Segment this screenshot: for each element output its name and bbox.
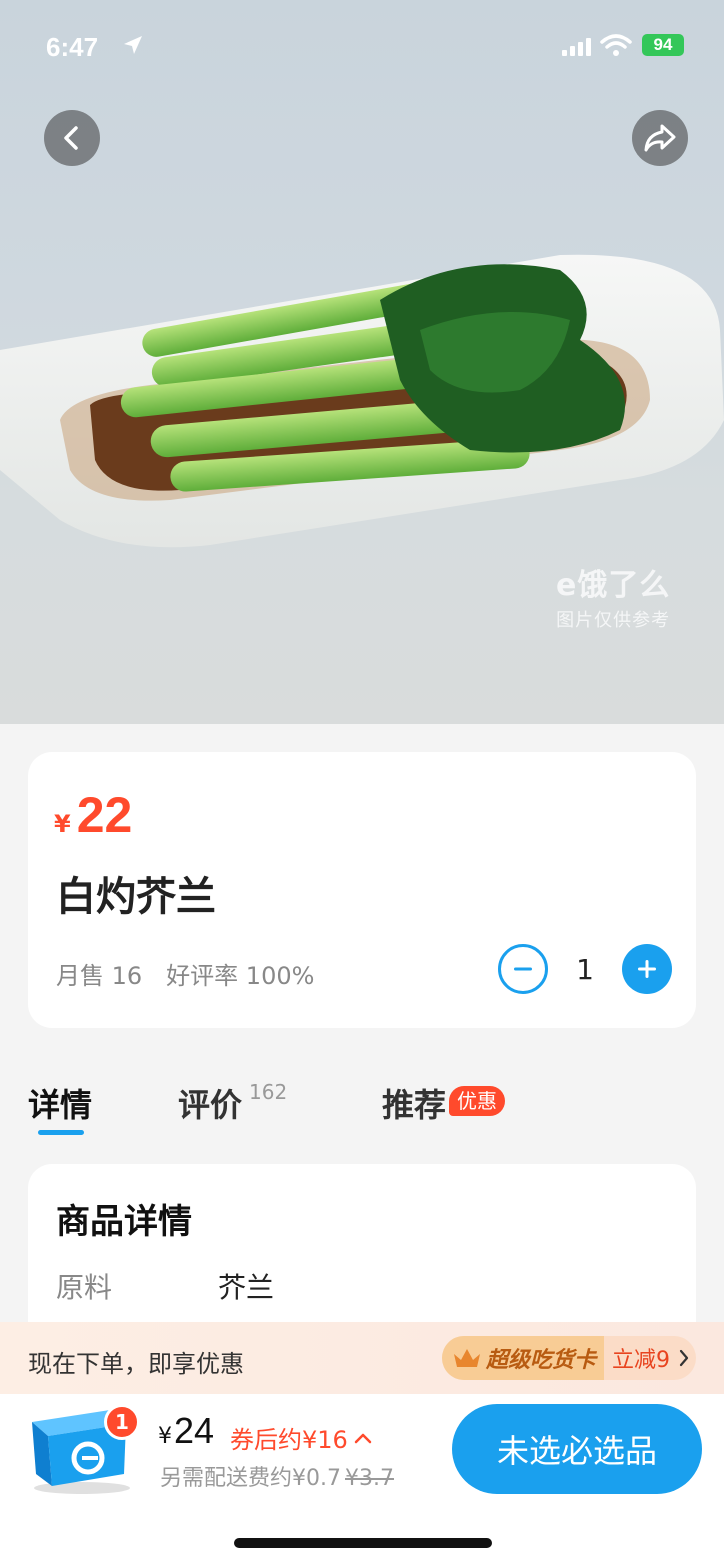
delivery-fee-text: 另需配送费约¥0.7: [160, 1466, 341, 1491]
crown-icon: [454, 1349, 480, 1367]
status-bar: 6:47 94: [0, 28, 724, 68]
signal-icon: [562, 38, 591, 56]
recommend-badge: 优惠: [449, 1086, 505, 1116]
delivery-fee: 另需配送费约¥0.7 ¥3.7: [160, 1460, 394, 1492]
product-stats: 月售 16 好评率 100%: [56, 956, 314, 991]
total-value: 24: [174, 1410, 215, 1451]
discount-text: 立减9: [612, 1348, 671, 1373]
super-card-label-area: 超级吃货卡: [442, 1336, 605, 1380]
chevron-right-icon: [679, 1349, 689, 1367]
increase-quantity-button[interactable]: [622, 944, 672, 994]
quantity-stepper: 1: [498, 944, 672, 994]
discount-area: 立减9: [604, 1342, 690, 1374]
share-arrow-icon: [644, 124, 676, 152]
monthly-sales: 月售 16: [56, 962, 143, 990]
plus-icon: [638, 960, 656, 978]
total-currency: ¥: [158, 1424, 172, 1449]
active-tab-indicator: [38, 1130, 84, 1135]
cart-count-badge: 1: [104, 1404, 140, 1440]
cart-total: ¥ 24: [158, 1410, 214, 1452]
battery-indicator: 94: [642, 34, 684, 56]
quantity-value: 1: [576, 952, 594, 986]
tab-reviews[interactable]: 评价: [178, 1080, 242, 1126]
rating: 好评率 100%: [166, 962, 315, 990]
minus-icon: [514, 967, 532, 971]
promo-banner[interactable]: 现在下单，即享优惠 超级吃货卡 立减9: [0, 1322, 724, 1394]
chevron-left-icon: [64, 126, 78, 150]
checkout-button[interactable]: 未选必选品: [452, 1404, 702, 1494]
ingredient-label: 原料: [56, 1271, 113, 1304]
details-title: 商品详情: [56, 1202, 192, 1242]
status-time: 6:47: [46, 32, 99, 62]
after-coupon-text: 券后约¥16: [230, 1426, 348, 1454]
currency-symbol: ¥: [54, 810, 71, 838]
product-name: 白灼芥兰: [56, 874, 216, 920]
super-card-pill[interactable]: 超级吃货卡 立减9: [442, 1336, 696, 1380]
location-arrow-icon: [124, 36, 142, 54]
decrease-quantity-button[interactable]: [498, 944, 548, 994]
watermark-logo: e饿了么: [556, 568, 671, 603]
delivery-original-fee: ¥3.7: [345, 1466, 394, 1491]
product-info-card: ¥ 22 白灼芥兰 月售 16 好评率 100% 1: [28, 752, 696, 1028]
after-coupon-price[interactable]: 券后约¥16: [230, 1420, 372, 1455]
super-card-label: 超级吃货卡: [486, 1348, 597, 1373]
product-image: 6:47 94 e饿了么 图片仅供参考: [0, 0, 724, 724]
tab-recommend[interactable]: 推荐: [382, 1080, 446, 1126]
back-button[interactable]: [44, 110, 100, 166]
tab-details[interactable]: 详情: [28, 1080, 92, 1126]
home-indicator: [234, 1538, 492, 1548]
product-price: ¥ 22: [54, 786, 132, 844]
battery-level: 94: [653, 35, 673, 54]
wifi-icon: [600, 34, 632, 56]
chevron-up-icon: [354, 1433, 372, 1443]
promo-text: 现在下单，即享优惠: [28, 1350, 244, 1378]
image-watermark: e饿了么 图片仅供参考: [556, 560, 670, 632]
reviews-count: 162: [249, 1080, 288, 1104]
watermark-caption: 图片仅供参考: [556, 610, 671, 631]
share-button[interactable]: [632, 110, 688, 166]
price-value: 22: [76, 787, 133, 843]
ingredient-value: 芥兰: [218, 1271, 275, 1304]
